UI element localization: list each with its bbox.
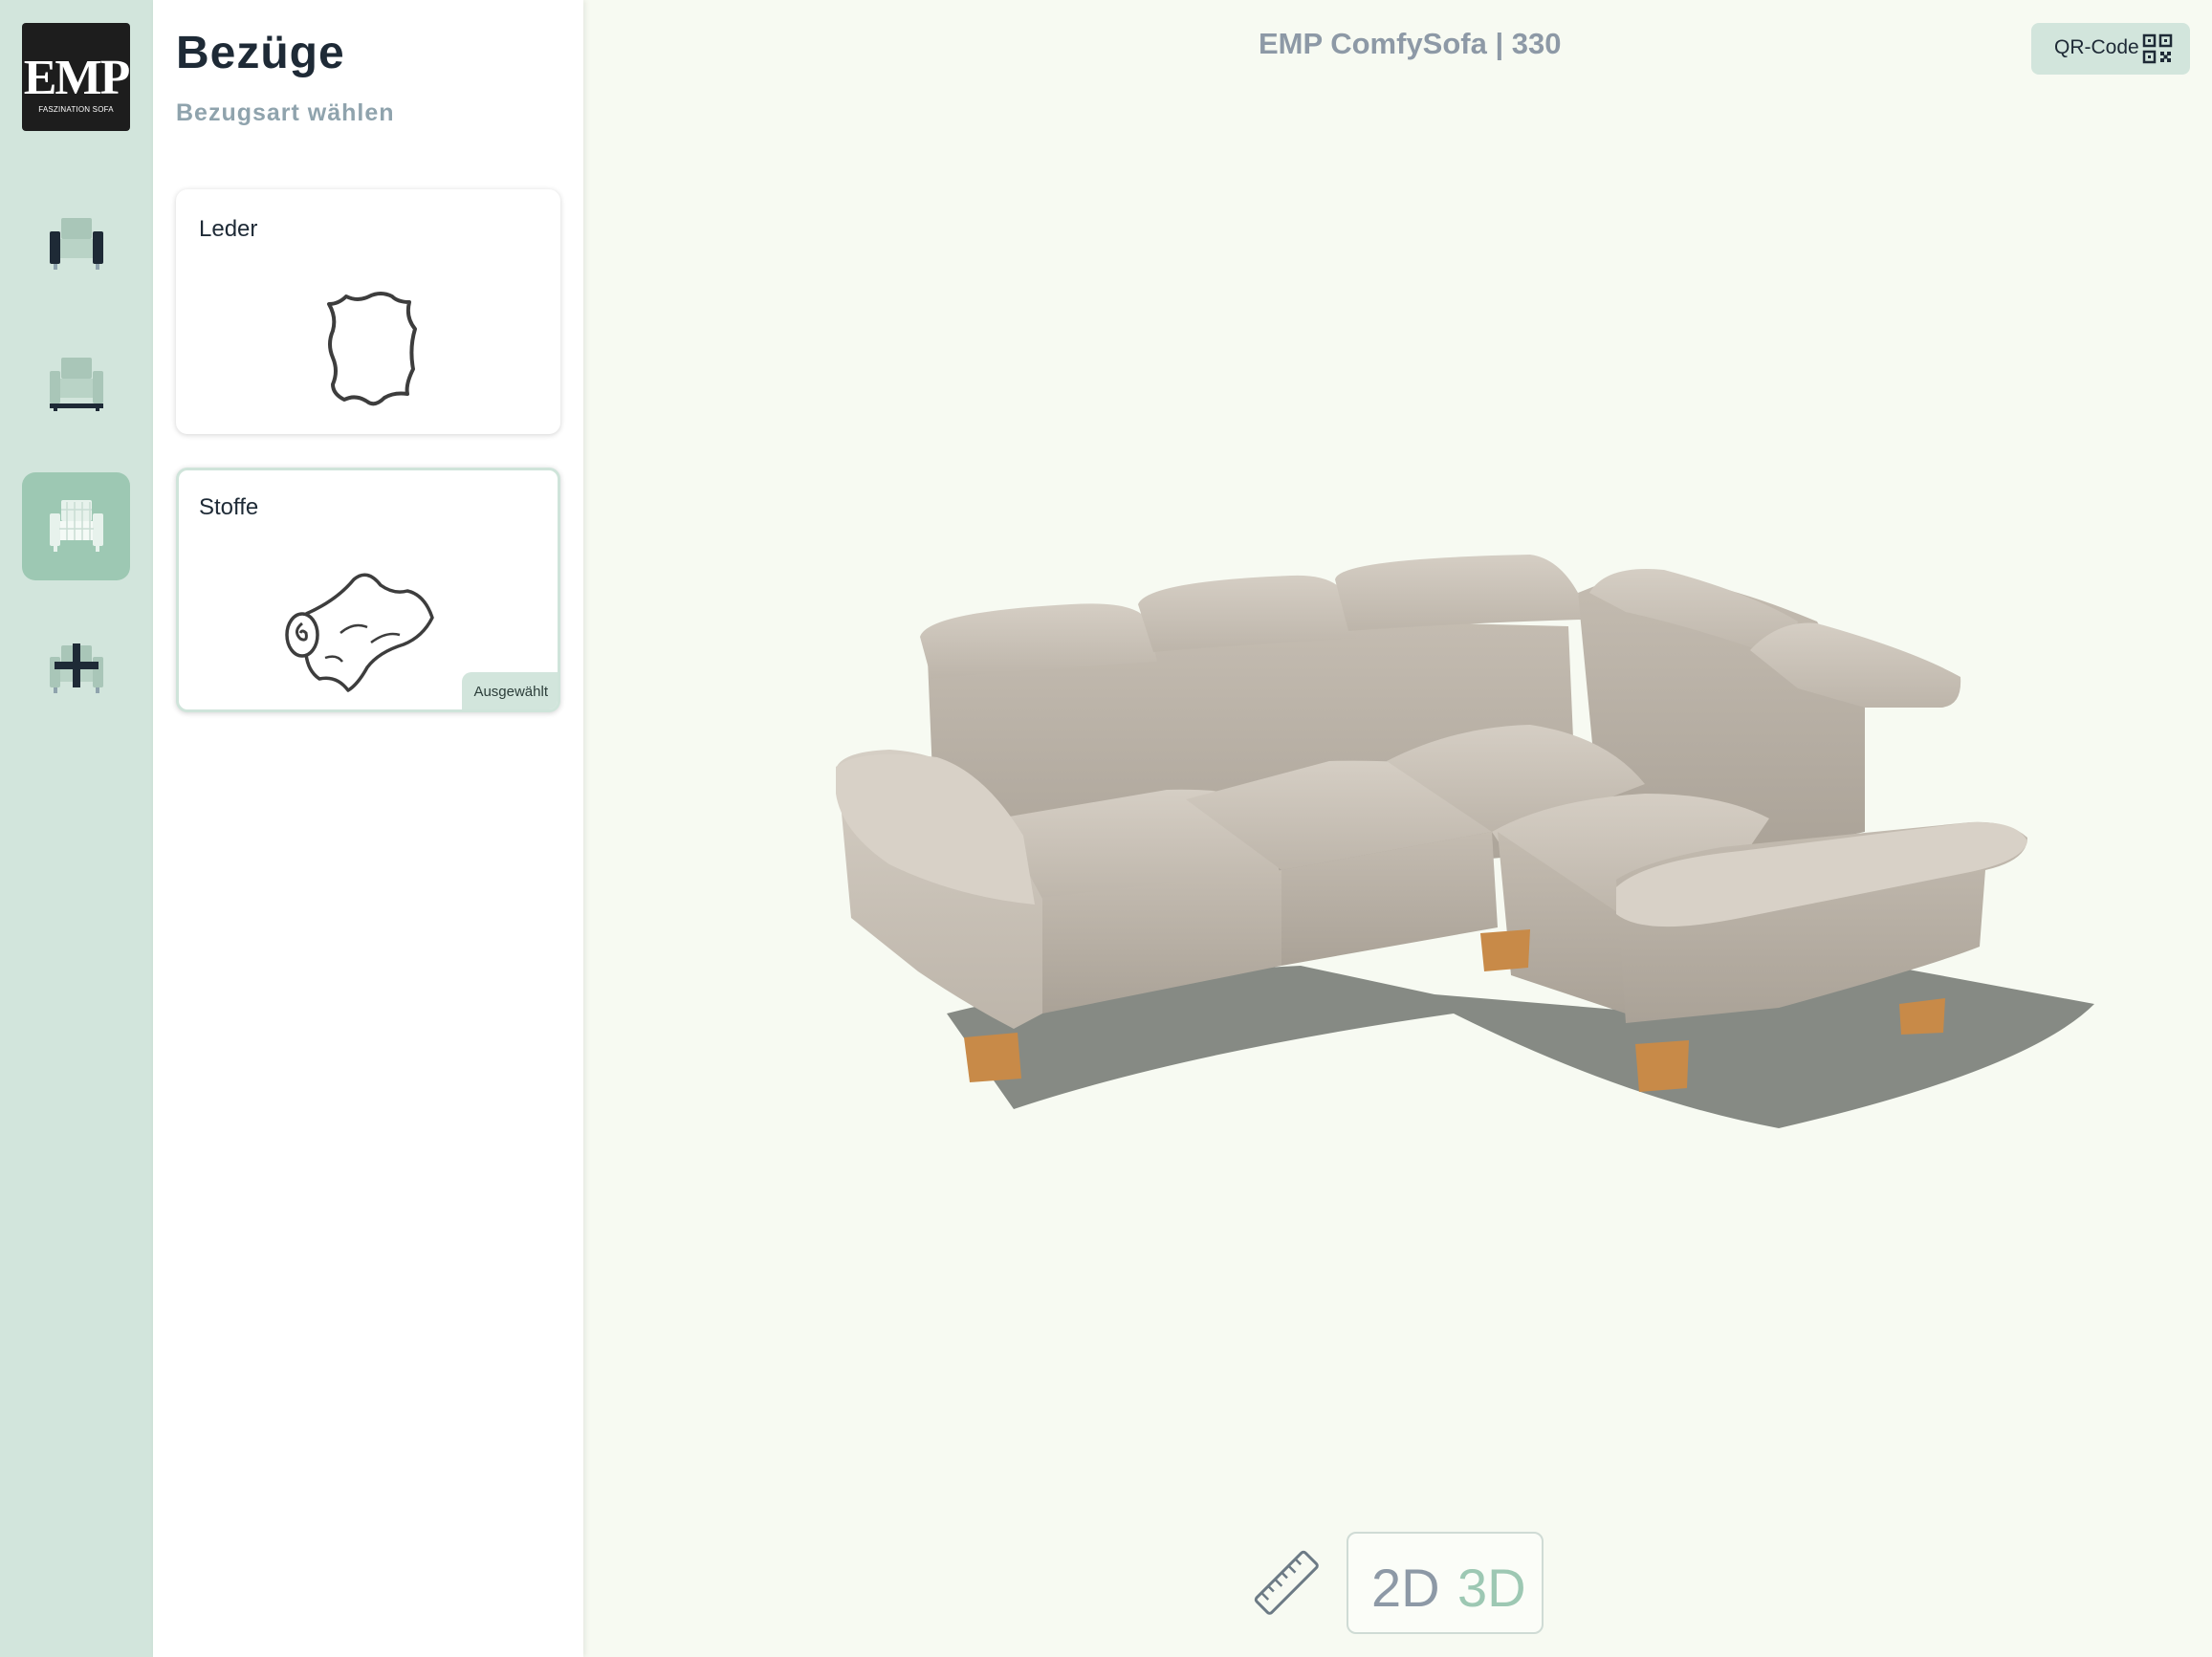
sofa-legs-icon bbox=[49, 357, 103, 411]
panel-subtitle: Bezugsart wählen bbox=[176, 99, 395, 126]
cover-panel: Bezüge Bezugsart wählen Leder Stoffe Aus… bbox=[153, 0, 583, 1657]
brand-tagline: FASZINATION SOFA bbox=[38, 105, 114, 114]
headrest bbox=[1335, 555, 1582, 631]
rail-item-sofa-add[interactable] bbox=[22, 614, 130, 722]
rail-item-sofa-function[interactable] bbox=[22, 330, 130, 438]
cover-option-stoffe[interactable]: Stoffe Ausgewählt bbox=[176, 468, 560, 712]
view-3d-button[interactable]: 3D bbox=[1457, 1557, 1526, 1619]
sofa-foot bbox=[1635, 1040, 1689, 1092]
view-2d-button[interactable]: 2D bbox=[1371, 1557, 1440, 1619]
product-title: EMP ComfySofa | 330 bbox=[1259, 27, 1562, 60]
selected-badge: Ausgewählt bbox=[462, 672, 558, 709]
sofa-add-icon bbox=[49, 643, 103, 693]
sofa-foot bbox=[964, 1033, 1021, 1082]
qr-code-icon bbox=[2142, 33, 2173, 64]
brand-logo: EMP FASZINATION SOFA bbox=[22, 23, 130, 131]
nav-rail: EMP FASZINATION SOFA bbox=[0, 0, 153, 1657]
brand-name: EMP bbox=[23, 51, 131, 105]
option-label: Stoffe bbox=[199, 494, 259, 520]
rail-item-sofa-cover[interactable] bbox=[22, 472, 130, 580]
view-mode-toggle: 2D 3D bbox=[1347, 1532, 1544, 1634]
ruler-icon[interactable] bbox=[1247, 1543, 1327, 1624]
qr-code-label: QR-Code bbox=[2054, 36, 2139, 58]
leather-hide-icon bbox=[327, 292, 417, 406]
qr-code-button[interactable]: QR-Code bbox=[2031, 23, 2190, 75]
sofa-3d-view[interactable] bbox=[784, 516, 2123, 1166]
sofa-cover-icon bbox=[49, 499, 103, 552]
rail-item-sofa-model[interactable] bbox=[22, 190, 130, 298]
panel-title: Bezüge bbox=[176, 28, 345, 78]
sofa-dark-icon bbox=[49, 217, 103, 270]
sofa-foot bbox=[1899, 998, 1945, 1035]
sofa-foot bbox=[1480, 929, 1530, 971]
fabric-roll-icon bbox=[285, 573, 434, 692]
cover-option-leder[interactable]: Leder bbox=[176, 189, 560, 434]
option-label: Leder bbox=[199, 216, 258, 242]
